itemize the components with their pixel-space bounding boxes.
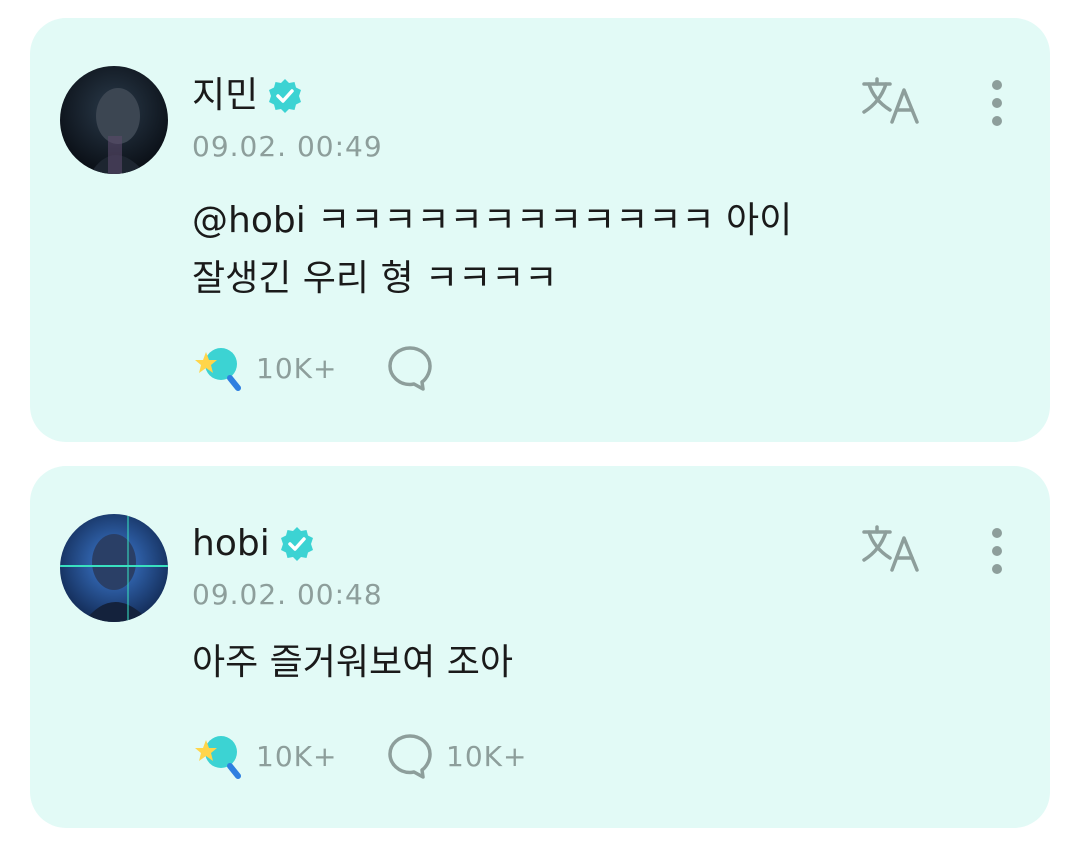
avatar[interactable] <box>60 66 168 174</box>
more-options-button[interactable] <box>984 78 1010 128</box>
star-bubble-icon <box>195 736 241 779</box>
comment-count: 10K+ <box>446 739 528 773</box>
verified-badge-icon <box>278 525 316 563</box>
comment-bubble-icon <box>388 734 432 779</box>
verified-badge-icon <box>266 77 304 115</box>
post-text: @hobi ㅋㅋㅋㅋㅋㅋㅋㅋㅋㅋㅋㅋ 아이 잘생긴 우리 형 ㅋㅋㅋㅋ <box>192 200 793 299</box>
translate-button[interactable] <box>860 76 922 126</box>
post-card[interactable]: hobi 09.02. 00:48 아주 즐거워보여 조아 10K+ 10K+ <box>30 466 1050 828</box>
like-count: 10K+ <box>256 351 338 385</box>
like-button[interactable]: 10K+ <box>192 728 386 784</box>
like-button[interactable]: 10K+ <box>192 340 386 396</box>
post-timestamp: 09.02. 00:48 <box>192 578 383 611</box>
more-vertical-icon <box>992 528 1002 574</box>
translate-icon <box>862 525 919 572</box>
author-name[interactable]: 지민 <box>192 74 258 118</box>
translate-icon <box>862 77 919 124</box>
comment-button[interactable]: 10K+ <box>386 728 527 784</box>
star-bubble-icon <box>195 348 241 391</box>
like-count: 10K+ <box>256 739 338 773</box>
comment-bubble-icon <box>388 346 432 391</box>
more-options-button[interactable] <box>984 526 1010 576</box>
post-timestamp: 09.02. 00:49 <box>192 130 383 163</box>
comment-button[interactable] <box>386 340 446 396</box>
translate-button[interactable] <box>860 524 922 574</box>
avatar[interactable] <box>60 514 168 622</box>
author-name[interactable]: hobi <box>192 522 270 566</box>
more-vertical-icon <box>992 80 1002 126</box>
post-card[interactable]: 지민 09.02. 00:49 @hobi ㅋㅋㅋㅋㅋㅋㅋㅋㅋㅋㅋㅋ 아이 잘생… <box>30 18 1050 442</box>
post-text: 아주 즐거워보여 조아 <box>192 642 513 683</box>
